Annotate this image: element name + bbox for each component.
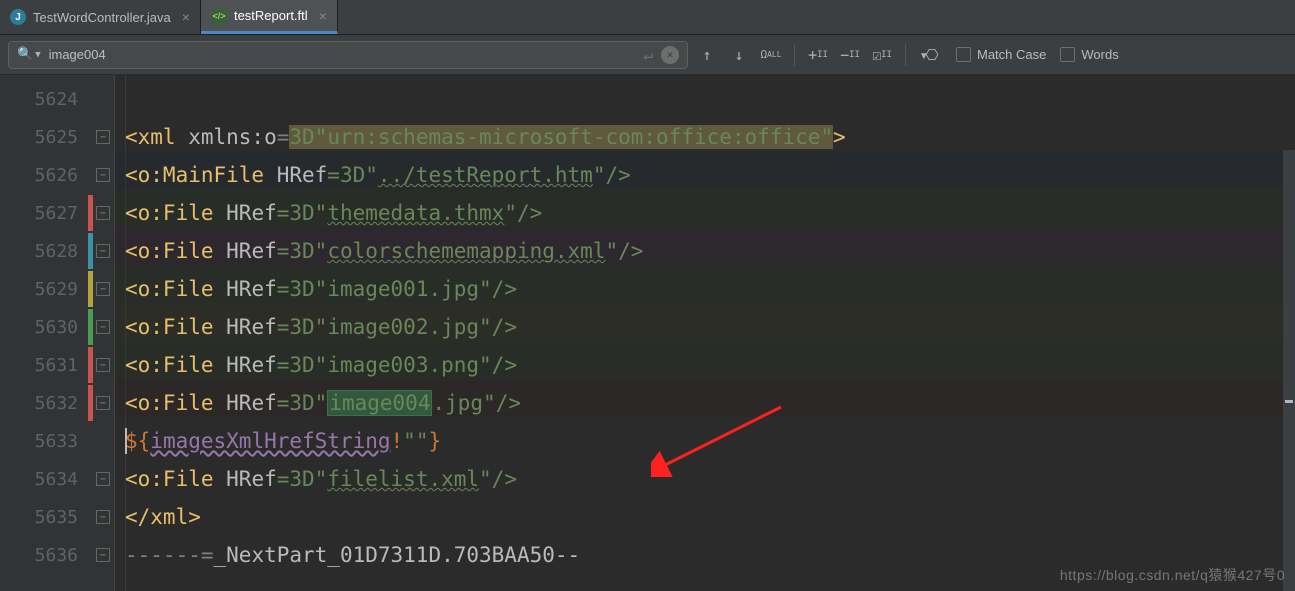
diff-marker xyxy=(88,385,93,421)
line-number: 5625 xyxy=(0,127,106,148)
words-checkbox[interactable]: Words xyxy=(1060,47,1118,62)
code-area[interactable]: <xml xmlns:o=3D"urn:schemas-microsoft-co… xyxy=(115,75,1295,591)
checkbox-icon xyxy=(956,47,971,62)
line-number: 5626 xyxy=(0,165,106,186)
fold-icon[interactable]: − xyxy=(96,548,110,562)
enter-hint-icon: ↵ xyxy=(643,45,653,64)
separator xyxy=(794,44,795,66)
code-line[interactable]: <o:MainFile HRef=3D"../testReport.htm"/> xyxy=(115,156,1295,194)
code-line[interactable]: <o:File HRef=3D"themedata.thmx"/> xyxy=(115,194,1295,232)
code-line[interactable]: <o:File HRef=3D"image004.jpg"/> xyxy=(115,384,1295,422)
close-icon[interactable]: × xyxy=(319,8,327,24)
editor-tabs: J TestWordController.java × </> testRepo… xyxy=(0,0,1295,35)
fold-icon[interactable]: − xyxy=(96,472,110,486)
fold-icon[interactable]: − xyxy=(96,358,110,372)
chevron-down-icon[interactable]: ▼ xyxy=(35,50,40,60)
line-number: 5636 xyxy=(0,545,106,566)
remove-selection-button[interactable]: −II xyxy=(837,42,863,68)
search-box[interactable]: 🔍 ▼ ↵ ✕ xyxy=(8,41,688,69)
code-line[interactable] xyxy=(115,80,1295,118)
line-number: 5624 xyxy=(0,89,106,110)
code-editor[interactable]: 5624 5625− 5626− 5627− 5628− 5629− 5630−… xyxy=(0,75,1295,591)
fold-icon[interactable]: − xyxy=(96,282,110,296)
tab-java[interactable]: J TestWordController.java × xyxy=(0,0,201,34)
prev-match-button[interactable]: ↑ xyxy=(694,42,720,68)
fold-icon[interactable]: − xyxy=(96,510,110,524)
watermark: https://blog.csdn.net/q猿猴427号0 xyxy=(1060,565,1285,585)
code-line[interactable]: <o:File HRef=3D"image003.png"/> xyxy=(115,346,1295,384)
add-selection-button[interactable]: +II xyxy=(805,42,831,68)
next-match-button[interactable]: ↓ xyxy=(726,42,752,68)
checkbox-icon xyxy=(1060,47,1075,62)
code-line[interactable]: <xml xmlns:o=3D"urn:schemas-microsoft-co… xyxy=(115,118,1295,156)
code-line[interactable]: <o:File HRef=3D"colorschememapping.xml"/… xyxy=(115,232,1295,270)
line-number: 5635 xyxy=(0,507,106,528)
tab-label: TestWordController.java xyxy=(33,10,171,25)
code-line[interactable]: ${imagesXmlHrefString!""} xyxy=(115,422,1295,460)
code-line[interactable]: </xml> xyxy=(115,498,1295,536)
tab-ftl[interactable]: </> testReport.ftl × xyxy=(201,0,338,34)
separator xyxy=(905,44,906,66)
line-number: 5633 xyxy=(0,431,106,452)
gutter: 5624 5625− 5626− 5627− 5628− 5629− 5630−… xyxy=(0,75,115,591)
ftl-file-icon: </> xyxy=(211,8,227,24)
filter-button[interactable]: ▾⎔ xyxy=(916,42,942,68)
java-file-icon: J xyxy=(10,9,26,25)
code-line[interactable]: <o:File HRef=3D"image001.jpg"/> xyxy=(115,270,1295,308)
fold-icon[interactable]: − xyxy=(96,320,110,334)
search-icon: 🔍 xyxy=(17,47,33,62)
line-number: 5634 xyxy=(0,469,106,490)
diff-marker xyxy=(88,271,93,307)
diff-marker xyxy=(88,233,93,269)
code-line[interactable]: <o:File HRef=3D"image002.jpg"/> xyxy=(115,308,1295,346)
clear-icon[interactable]: ✕ xyxy=(661,46,679,64)
text-cursor xyxy=(125,428,127,454)
fold-icon[interactable]: − xyxy=(96,206,110,220)
diff-marker xyxy=(88,195,93,231)
scroll-marker xyxy=(1285,400,1293,403)
diff-marker xyxy=(88,309,93,345)
find-toolbar: 🔍 ▼ ↵ ✕ ↑ ↓ ΩALL +II −II ☑II ▾⎔ Match Ca… xyxy=(0,35,1295,75)
scrollbar[interactable] xyxy=(1283,150,1295,591)
select-all-button[interactable]: ΩALL xyxy=(758,42,784,68)
close-icon[interactable]: × xyxy=(182,9,190,25)
match-case-checkbox[interactable]: Match Case xyxy=(956,47,1046,62)
diff-marker xyxy=(88,347,93,383)
fold-icon[interactable]: − xyxy=(96,168,110,182)
search-input[interactable] xyxy=(49,47,644,62)
fold-icon[interactable]: − xyxy=(96,244,110,258)
code-line[interactable]: <o:File HRef=3D"filelist.xml"/> xyxy=(115,460,1295,498)
fold-icon[interactable]: − xyxy=(96,396,110,410)
tab-label: testReport.ftl xyxy=(234,8,308,23)
select-occurrences-button[interactable]: ☑II xyxy=(869,42,895,68)
fold-icon[interactable]: − xyxy=(96,130,110,144)
search-highlight: image004 xyxy=(327,390,432,416)
